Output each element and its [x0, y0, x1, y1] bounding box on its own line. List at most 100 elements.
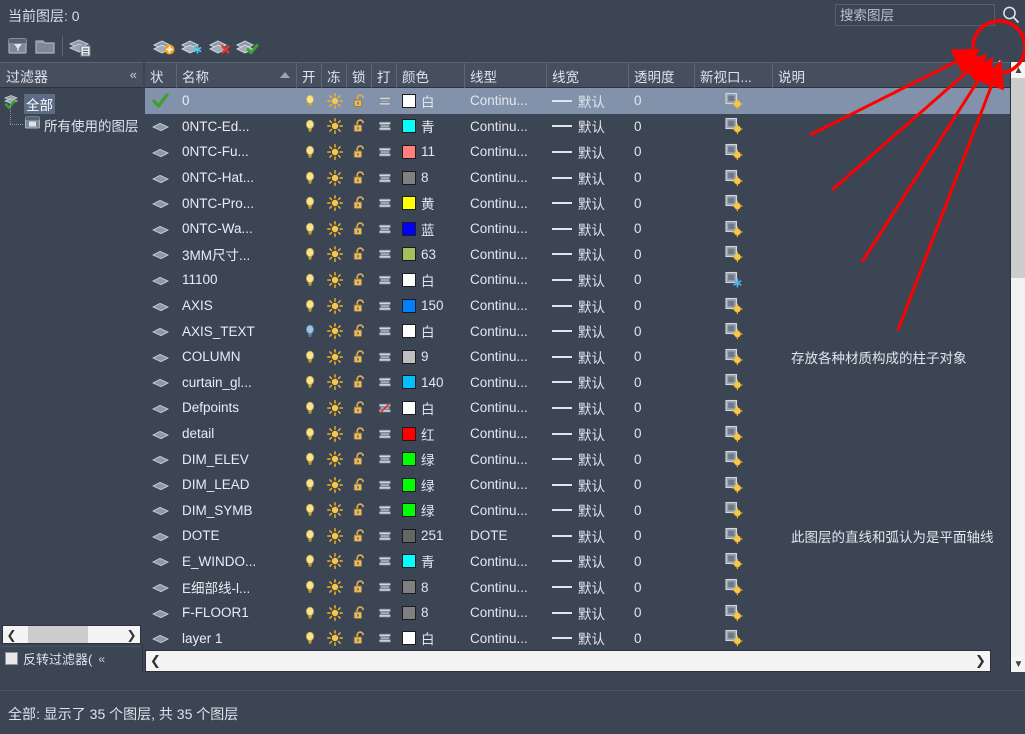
cell-linetype[interactable]: Continu...: [465, 446, 547, 472]
cell-color[interactable]: 绿: [397, 498, 465, 524]
cell-layer-name[interactable]: AXIS: [177, 293, 297, 319]
cell-freeze-toggle-icon[interactable]: [322, 600, 347, 626]
collapse-filter-panel-button[interactable]: «: [130, 67, 137, 82]
table-row[interactable]: layer 1白Continu...默认0: [145, 625, 1010, 650]
table-row[interactable]: 3MM尺寸...63Continu...默认0: [145, 242, 1010, 268]
cell-freeze-toggle-icon[interactable]: [322, 549, 347, 575]
cell-new-viewport-freeze-icon[interactable]: [695, 523, 773, 549]
table-row[interactable]: DOTE251DOTE默认0此图层的直线和弧认为是平面轴线: [145, 523, 1010, 549]
cell-status-icon[interactable]: [145, 165, 177, 191]
cell-plot-toggle-icon[interactable]: [372, 600, 397, 626]
cell-freeze-toggle-icon[interactable]: [322, 267, 347, 293]
cell-lineweight[interactable]: 默认: [547, 88, 629, 114]
cell-color[interactable]: 绿: [397, 472, 465, 498]
color-swatch[interactable]: [402, 554, 416, 568]
cell-linetype[interactable]: Continu...: [465, 165, 547, 191]
cell-layer-name[interactable]: COLUMN: [177, 344, 297, 370]
color-swatch[interactable]: [402, 452, 416, 466]
cell-status-icon[interactable]: [145, 421, 177, 447]
table-row[interactable]: E_WINDO...青Continu...默认0: [145, 549, 1010, 575]
cell-description[interactable]: [773, 370, 1010, 396]
cell-status-icon[interactable]: [145, 114, 177, 140]
cell-layer-name[interactable]: curtain_gl...: [177, 370, 297, 396]
cell-lock-toggle-icon[interactable]: [347, 472, 372, 498]
cell-lock-toggle-icon[interactable]: [347, 498, 372, 524]
cell-plot-toggle-icon[interactable]: [372, 139, 397, 165]
cell-color[interactable]: 8: [397, 600, 465, 626]
invert-filter-collapse-button[interactable]: «: [98, 652, 105, 666]
cell-linetype[interactable]: Continu...: [465, 242, 547, 268]
cell-linetype[interactable]: Continu...: [465, 395, 547, 421]
cell-lock-toggle-icon[interactable]: [347, 625, 372, 650]
cell-color[interactable]: 9: [397, 344, 465, 370]
color-swatch[interactable]: [402, 94, 416, 108]
cell-lineweight[interactable]: 默认: [547, 549, 629, 575]
cell-layer-name[interactable]: Defpoints: [177, 395, 297, 421]
cell-description[interactable]: [773, 88, 1010, 114]
cell-layer-name[interactable]: 0: [177, 88, 297, 114]
cell-description[interactable]: [773, 318, 1010, 344]
table-row[interactable]: Defpoints白Continu...默认0: [145, 395, 1010, 421]
cell-transparency[interactable]: 0: [629, 190, 695, 216]
cell-plot-toggle-icon[interactable]: [372, 523, 397, 549]
cell-linetype[interactable]: Continu...: [465, 625, 547, 650]
cell-plot-toggle-icon[interactable]: [372, 190, 397, 216]
color-swatch[interactable]: [402, 529, 416, 543]
cell-freeze-toggle-icon[interactable]: [322, 421, 347, 447]
cell-linetype[interactable]: Continu...: [465, 139, 547, 165]
cell-color[interactable]: 8: [397, 574, 465, 600]
cell-plot-toggle-icon[interactable]: [372, 370, 397, 396]
cell-transparency[interactable]: 0: [629, 242, 695, 268]
color-swatch[interactable]: [402, 478, 416, 492]
cell-plot-toggle-icon[interactable]: [372, 216, 397, 242]
cell-on-toggle-icon[interactable]: [297, 395, 322, 421]
column-header-new_vp[interactable]: 新视口...: [695, 63, 773, 88]
cell-plot-toggle-icon[interactable]: [372, 242, 397, 268]
new-property-filter-icon[interactable]: [6, 34, 30, 58]
table-row[interactable]: COLUMN9Continu...默认0存放各种材质构成的柱子对象: [145, 344, 1010, 370]
cell-lock-toggle-icon[interactable]: [347, 600, 372, 626]
cell-freeze-toggle-icon[interactable]: [322, 216, 347, 242]
cell-status-icon[interactable]: [145, 446, 177, 472]
cell-on-toggle-icon[interactable]: [297, 139, 322, 165]
cell-lock-toggle-icon[interactable]: [347, 242, 372, 268]
cell-transparency[interactable]: 0: [629, 498, 695, 524]
cell-status-icon[interactable]: [145, 139, 177, 165]
color-swatch[interactable]: [402, 401, 416, 415]
table-row[interactable]: 0NTC-Fu...11Continu...默认0: [145, 139, 1010, 165]
table-row[interactable]: 0NTC-Hat...8Continu...默认0: [145, 165, 1010, 191]
cell-on-toggle-icon[interactable]: [297, 216, 322, 242]
cell-description[interactable]: [773, 190, 1010, 216]
cell-on-toggle-icon[interactable]: [297, 88, 322, 114]
cell-linetype[interactable]: Continu...: [465, 600, 547, 626]
cell-plot-toggle-icon[interactable]: [372, 395, 397, 421]
cell-transparency[interactable]: 0: [629, 421, 695, 447]
cell-status-icon[interactable]: [145, 216, 177, 242]
cell-lineweight[interactable]: 默认: [547, 114, 629, 140]
cell-on-toggle-icon[interactable]: [297, 446, 322, 472]
cell-layer-name[interactable]: 0NTC-Ed...: [177, 114, 297, 140]
cell-linetype[interactable]: Continu...: [465, 370, 547, 396]
cell-freeze-toggle-icon[interactable]: [322, 498, 347, 524]
cell-freeze-toggle-icon[interactable]: [322, 242, 347, 268]
cell-color[interactable]: 青: [397, 549, 465, 575]
cell-plot-toggle-icon[interactable]: [372, 574, 397, 600]
cell-lineweight[interactable]: 默认: [547, 165, 629, 191]
cell-lock-toggle-icon[interactable]: [347, 216, 372, 242]
column-header-name[interactable]: 名称: [177, 63, 297, 88]
cell-lock-toggle-icon[interactable]: [347, 549, 372, 575]
cell-plot-toggle-icon[interactable]: [372, 114, 397, 140]
column-header-linetype[interactable]: 线型: [465, 63, 547, 88]
cell-lock-toggle-icon[interactable]: [347, 574, 372, 600]
cell-color[interactable]: 青: [397, 114, 465, 140]
cell-new-viewport-freeze-icon[interactable]: [695, 370, 773, 396]
cell-transparency[interactable]: 0: [629, 600, 695, 626]
cell-new-viewport-freeze-icon[interactable]: [695, 242, 773, 268]
cell-linetype[interactable]: DOTE: [465, 523, 547, 549]
cell-layer-name[interactable]: DIM_ELEV: [177, 446, 297, 472]
cell-transparency[interactable]: 0: [629, 574, 695, 600]
cell-transparency[interactable]: 0: [629, 318, 695, 344]
cell-color[interactable]: 白: [397, 267, 465, 293]
color-swatch[interactable]: [402, 580, 416, 594]
cell-linetype[interactable]: Continu...: [465, 88, 547, 114]
